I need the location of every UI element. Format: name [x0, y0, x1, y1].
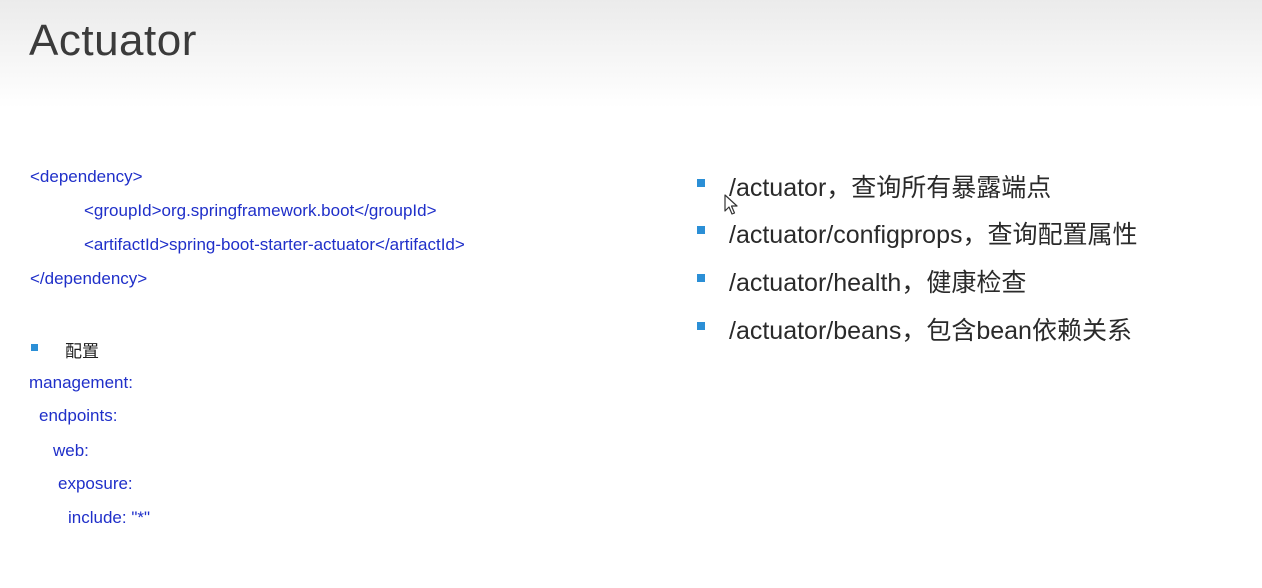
dependency-close-tag: </dependency>	[30, 269, 148, 288]
list-bullet-icon	[697, 274, 705, 282]
endpoint-item-health: /actuator/health，健康检查	[729, 269, 1027, 297]
yaml-web: web:	[53, 441, 89, 460]
dependency-open-tag: <dependency>	[30, 167, 143, 186]
slide-title: Actuator	[29, 16, 197, 65]
yaml-include: include: "*"	[68, 508, 151, 527]
config-bullet-icon	[31, 344, 38, 351]
list-bullet-icon	[697, 226, 705, 234]
list-bullet-icon	[697, 179, 705, 187]
yaml-management: management:	[29, 373, 133, 392]
artifact-id-line: <artifactId>spring-boot-starter-actuator…	[84, 235, 465, 254]
list-bullet-icon	[697, 322, 705, 330]
endpoint-item-actuator: /actuator，查询所有暴露端点	[729, 174, 1052, 202]
yaml-exposure: exposure:	[58, 474, 133, 493]
endpoint-item-beans: /actuator/beans，包含bean依赖关系	[729, 317, 1132, 345]
mouse-cursor-icon	[724, 194, 738, 215]
yaml-endpoints: endpoints:	[39, 406, 118, 425]
config-label: 配置	[65, 342, 99, 361]
endpoint-item-configprops: /actuator/configprops，查询配置属性	[729, 221, 1138, 249]
group-id-line: <groupId>org.springframework.boot</group…	[84, 201, 437, 220]
